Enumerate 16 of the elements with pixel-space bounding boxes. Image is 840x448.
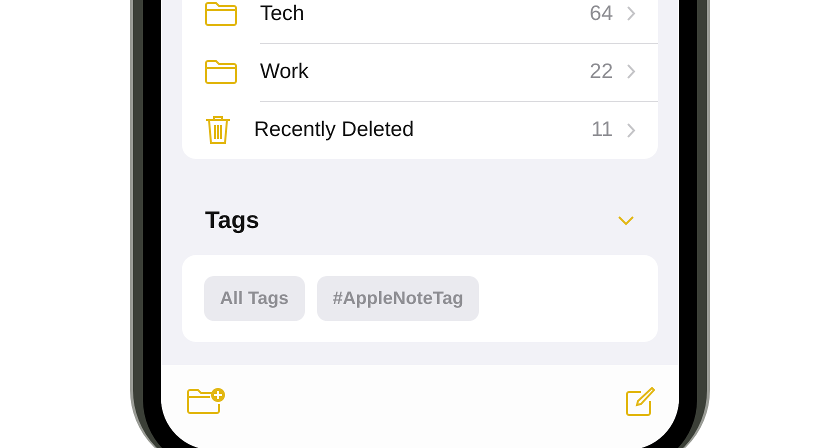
folder-icon xyxy=(204,59,238,85)
folder-name[interactable]: Work xyxy=(260,60,590,84)
trash-icon xyxy=(204,114,232,146)
chevron-icon xyxy=(627,122,636,138)
note-count: 22 xyxy=(590,60,613,84)
folder-name[interactable]: Recently Deleted xyxy=(254,118,592,142)
folder-name[interactable]: Tech xyxy=(260,2,590,26)
folder-icon xyxy=(204,1,238,27)
section-title: Tags xyxy=(205,207,260,235)
note-count: 64 xyxy=(590,2,613,26)
compose-icon[interactable] xyxy=(625,387,655,417)
collapse-chevron-icon[interactable] xyxy=(618,216,634,226)
new-folder-icon[interactable] xyxy=(186,387,226,415)
note-count: 11 xyxy=(591,118,613,142)
chevron-icon xyxy=(627,6,636,21)
chevron-icon xyxy=(627,64,636,79)
